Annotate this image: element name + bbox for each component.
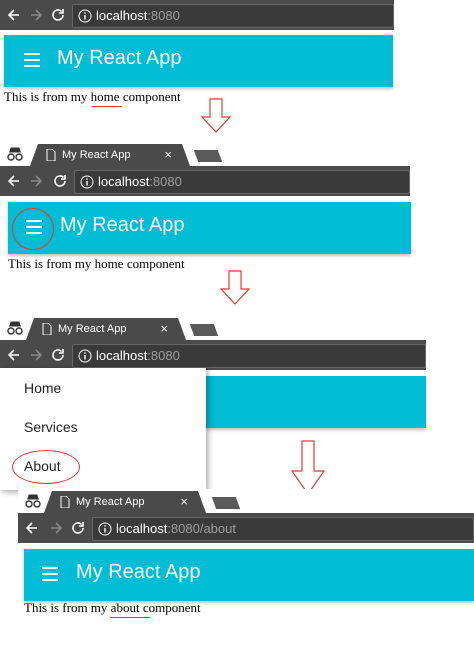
app-bar: My React App (4, 35, 393, 87)
browser-toolbar: localhost:8080 (0, 0, 394, 30)
app-title: My React App (57, 47, 182, 69)
back-arrow-icon[interactable] (24, 520, 40, 536)
document-icon (42, 323, 52, 335)
new-tab-button[interactable] (193, 150, 223, 162)
tab-title: My React App (76, 496, 145, 508)
app-title: My React App (60, 214, 185, 236)
reload-icon[interactable] (70, 520, 86, 536)
forward-arrow-icon[interactable] (28, 347, 44, 363)
annotation-circle (12, 208, 54, 250)
back-arrow-icon[interactable] (6, 7, 22, 23)
forward-arrow-icon[interactable] (28, 7, 44, 23)
app-bar: My React App (24, 549, 474, 601)
nav-drawer: Home Services About (0, 368, 206, 490)
browser-toolbar: localhost:8080 (0, 166, 410, 196)
tab-title: My React App (62, 149, 131, 161)
tab-title: My React App (58, 323, 127, 335)
annotation-circle (12, 450, 80, 484)
info-icon (78, 9, 92, 23)
info-icon (98, 522, 112, 536)
app-bar: My React App (8, 202, 411, 254)
tab-close-button[interactable]: × (180, 494, 188, 509)
browser-tab[interactable]: My React App × (44, 491, 206, 513)
back-arrow-icon[interactable] (6, 173, 22, 189)
frame-home-menu-click: My React App × localhost:8080 My React A… (0, 142, 474, 272)
home-component-text: This is from my home component (8, 256, 185, 271)
down-arrow-icon (290, 440, 326, 496)
address-bar[interactable]: localhost:8080/about (92, 517, 474, 541)
frame-home: localhost:8080 My React App This is from… (0, 0, 474, 110)
info-icon (78, 349, 92, 363)
tab-close-button[interactable]: × (160, 321, 168, 336)
info-icon (80, 175, 94, 189)
incognito-icon (25, 494, 41, 508)
drawer-item-services[interactable]: Services (24, 419, 78, 435)
address-bar[interactable]: localhost:8080 (72, 344, 426, 368)
drawer-item-home[interactable]: Home (24, 380, 61, 396)
home-component-text: This is from my home component (4, 89, 181, 104)
url-text: localhost:8080 (96, 348, 180, 363)
document-icon (60, 496, 70, 508)
browser-toolbar: localhost:8080 (0, 340, 426, 370)
reload-icon[interactable] (52, 173, 68, 189)
annotation-underline (110, 617, 150, 618)
address-bar[interactable]: localhost:8080 (74, 170, 410, 194)
url-text: localhost:8080 (98, 174, 182, 189)
address-bar[interactable]: localhost:8080 (72, 4, 394, 28)
reload-icon[interactable] (50, 347, 66, 363)
app-title: My React App (76, 561, 201, 583)
new-tab-button[interactable] (211, 497, 241, 509)
forward-arrow-icon[interactable] (28, 173, 44, 189)
browser-toolbar: localhost:8080/about (18, 513, 474, 543)
tab-strip: My React App × (0, 316, 474, 340)
url-text: localhost:8080/about (116, 521, 236, 536)
browser-tab[interactable]: My React App × (30, 144, 190, 166)
new-tab-button[interactable] (189, 324, 219, 336)
hamburger-menu-icon[interactable] (42, 567, 58, 581)
tab-close-button[interactable]: × (164, 147, 172, 162)
hamburger-menu-icon[interactable] (24, 53, 40, 67)
browser-tab[interactable]: My React App × (26, 318, 186, 340)
incognito-icon (7, 321, 23, 335)
back-arrow-icon[interactable] (6, 347, 22, 363)
incognito-icon (7, 147, 23, 161)
down-arrow-icon (219, 270, 251, 305)
forward-arrow-icon[interactable] (48, 520, 64, 536)
app-bar (206, 376, 426, 428)
about-component-text: This is from my about component (24, 600, 201, 615)
reload-icon[interactable] (50, 7, 66, 23)
url-text: localhost:8080 (96, 8, 180, 23)
down-arrow-icon (200, 98, 232, 133)
document-icon (46, 149, 56, 161)
tab-strip: My React App × (0, 142, 474, 166)
annotation-underline (92, 106, 122, 107)
tab-strip: My React App × (18, 489, 474, 513)
